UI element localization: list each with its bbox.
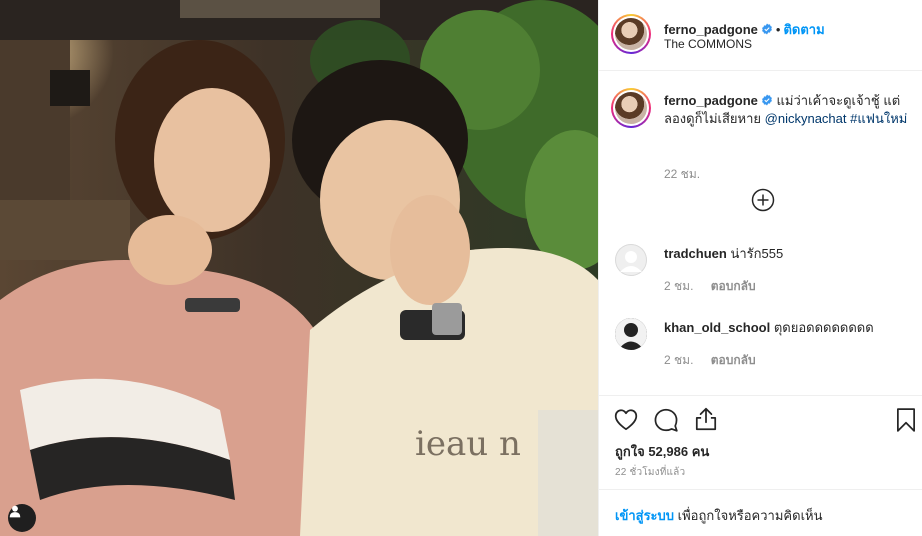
- caption-author-avatar[interactable]: [611, 88, 651, 128]
- user-photo-icon: [615, 318, 647, 350]
- user-tag-icon: [9, 505, 21, 518]
- location-link[interactable]: The COMMONS: [664, 37, 752, 51]
- svg-text:ieau n: ieau n: [415, 424, 521, 464]
- user-tag-button[interactable]: [8, 504, 36, 532]
- post-timestamp[interactable]: 22 ชั่วโมงที่แล้ว: [615, 465, 685, 480]
- author-avatar[interactable]: [611, 14, 651, 54]
- comment-avatar[interactable]: [615, 244, 647, 276]
- reply-button[interactable]: ตอบกลับ: [711, 353, 756, 367]
- bookmark-icon[interactable]: [893, 407, 919, 433]
- login-prompt-bar: เข้าสู่ระบบ เพื่อถูกใจหรือความคิดเห็น: [599, 489, 922, 536]
- heart-icon[interactable]: [613, 407, 639, 433]
- follow-button[interactable]: ติดตาม: [783, 22, 824, 37]
- post-header: ferno_padgone • ติดตาม The COMMONS: [599, 0, 922, 71]
- comment-time: 2 ชม.: [664, 279, 694, 293]
- reply-button[interactable]: ตอบกลับ: [711, 279, 756, 293]
- comment-time: 2 ชม.: [664, 353, 694, 367]
- login-prompt-text: เพื่อถูกใจหรือความคิดเห็น: [677, 508, 823, 523]
- caption-mention-link[interactable]: @nickynachat: [765, 111, 847, 126]
- caption-body: ferno_padgone แม่ว่าเค้าจะดูเจ้าชู้ แต่ล…: [664, 92, 914, 128]
- post-photo[interactable]: ieau n: [0, 0, 598, 536]
- comment-text: น่ารัก555: [730, 246, 784, 261]
- comment-meta: 2 ชม. ตอบกลับ: [664, 351, 770, 370]
- comment-username[interactable]: tradchuen: [664, 246, 727, 261]
- verified-badge-icon: [761, 23, 772, 35]
- comment-text: ตุดยอดดดดดดดด: [773, 320, 874, 335]
- comment-body: tradchuen น่ารัก555: [664, 245, 914, 263]
- comment-body: khan_old_school ตุดยอดดดดดดดด: [664, 319, 914, 337]
- comment-avatar[interactable]: [615, 318, 647, 350]
- login-link[interactable]: เข้าสู่ระบบ: [615, 508, 674, 523]
- post-actions: ถูกใจ 52,986 คน 22 ชั่วโมงที่แล้ว เข้าสู…: [599, 395, 922, 535]
- caption-hashtag-link[interactable]: #แฟนใหม่: [850, 111, 907, 126]
- default-avatar-icon: [615, 244, 647, 276]
- share-icon[interactable]: [693, 406, 719, 432]
- load-more-plus-icon[interactable]: [751, 188, 775, 212]
- post-side-panel: ferno_padgone • ติดตาม The COMMONS ferno_p…: [598, 0, 922, 536]
- caption-username[interactable]: ferno_padgone: [664, 93, 758, 108]
- separator-dot: •: [775, 22, 781, 37]
- photo-illustration: ieau n: [0, 0, 598, 536]
- comment-icon[interactable]: [653, 407, 679, 433]
- comment-meta: 2 ชม. ตอบกลับ: [664, 277, 770, 296]
- caption-time: 22 ชม.: [664, 167, 701, 181]
- comment-username[interactable]: khan_old_school: [664, 320, 770, 335]
- likes-count[interactable]: ถูกใจ 52,986 คน: [615, 441, 709, 462]
- author-username[interactable]: ferno_padgone: [664, 22, 758, 37]
- verified-badge-icon: [761, 94, 772, 106]
